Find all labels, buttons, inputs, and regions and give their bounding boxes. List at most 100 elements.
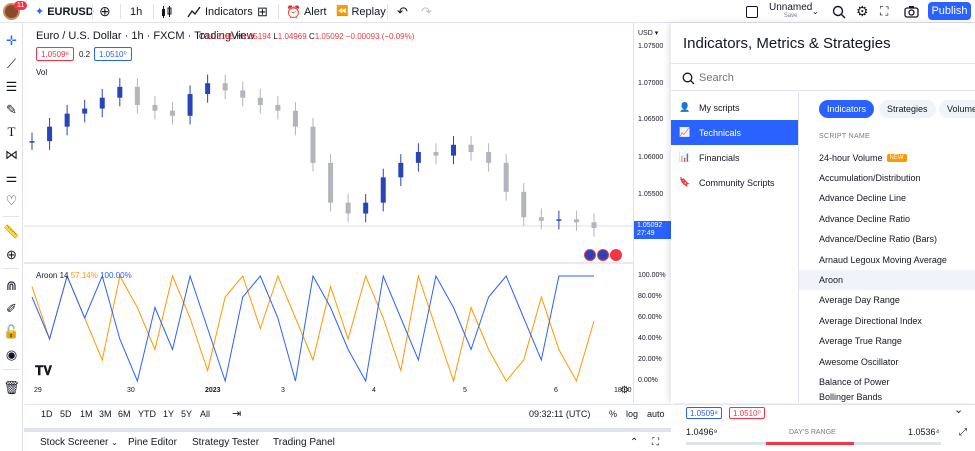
tab-volume[interactable]: Volume [939,100,975,118]
stay-drawing-tool[interactable]: ✐ [4,301,19,316]
widget-sell-price[interactable]: 1.0510⁰ [729,407,765,419]
column-header: SCRIPT NAME [819,133,871,140]
templates-button[interactable]: ⊞ [257,0,268,23]
script-item[interactable]: Advance Decline Line [799,188,975,208]
tradingview-logo[interactable]: 𝐓𝐕 [35,363,52,379]
sell-button[interactable]: 1.0509⁸ [36,47,74,61]
fullscreen-icon: ⛶ [880,4,889,18]
hide-drawings-tool[interactable]: ◉ [4,347,19,362]
symbol-search-button[interactable]: ✦ EURUSD [35,0,94,23]
trash-icon: 🗑 [3,379,20,395]
category-community-scripts[interactable]: 🔖 Community Scripts [671,170,798,195]
zoom-tool[interactable]: ⊕ [4,247,19,262]
redo-button[interactable]: ↷ [421,0,432,23]
range-5d[interactable]: 5D [60,409,72,419]
script-item[interactable]: 24-hour Volume NEW [799,148,975,168]
chart-canvas[interactable] [24,23,633,403]
maximize-panel-button[interactable]: ⛶ [652,437,659,448]
chart-settings-button[interactable]: ⚙ [620,385,629,396]
search-input[interactable] [699,70,949,86]
range-3m[interactable]: 3M [99,409,112,419]
trendline-tool[interactable]: ⟋ [4,56,19,71]
measure-tool[interactable]: 📏 [3,224,19,239]
script-item[interactable]: Average Day Range [799,290,975,310]
undo-button[interactable]: ↶ [397,0,408,23]
lock-drawings-tool[interactable]: 🔓 [3,324,19,339]
range-5y[interactable]: 5Y [181,409,192,419]
remove-drawings-tool[interactable]: 🗑 [3,379,20,395]
time-tick: 29 [34,387,42,394]
fib-tool[interactable]: ☰ [4,79,19,94]
layout-select-checkbox[interactable] [746,0,758,23]
prediction-tool[interactable]: ⚌ [4,170,19,185]
script-item[interactable]: Awesome Oscillator [799,352,975,372]
chart-pane[interactable]: Euro / U.S. Dollar · 1h · FXCM · Trading… [24,23,633,403]
range-6m[interactable]: 6M [118,409,131,419]
auto-scale-toggle[interactable]: auto [647,409,665,419]
script-item[interactable]: Accumulation/Distribution [799,168,975,188]
script-item[interactable]: Bollinger Bands [799,392,975,403]
chart-type-button[interactable] [160,0,174,23]
time-tick: 3 [281,387,285,394]
widget-scroll-icon[interactable]: ⌄ [954,403,963,416]
category-my-scripts[interactable]: 👤 My scripts [671,95,798,120]
goto-date-button[interactable]: ⇥ [232,407,241,420]
tab-strategy-tester[interactable]: Strategy Tester [192,437,259,448]
log-scale-toggle[interactable]: log [626,409,638,419]
gear-icon: ⚙ [856,3,869,19]
script-item-aroon[interactable]: Aroon [799,270,975,290]
compare-button[interactable]: ⊕ [99,0,111,23]
interval-button[interactable]: 1h [130,0,142,23]
indicators-button[interactable]: Indicators [187,0,253,23]
tab-stock-screener[interactable]: Stock Screener ⌄ [40,437,118,448]
script-item[interactable]: Balance of Power [799,372,975,392]
save-status: Save [783,13,798,19]
tab-indicators[interactable]: Indicators [819,100,875,118]
currency-label[interactable]: USD ▾ [638,29,658,37]
settings-button[interactable]: ⚙ [856,0,869,23]
snapshot-button[interactable] [904,0,919,23]
crosshair-tool[interactable]: ✛ [4,33,19,48]
buy-button[interactable]: 1.0510⁰ [94,47,132,61]
script-item[interactable]: Average Directional Index [799,311,975,331]
replay-button[interactable]: ⏪ Replay [336,0,386,23]
magnet-tool[interactable]: ⋒ [4,278,19,293]
quick-search-button[interactable] [832,0,846,23]
bottom-panel-bar: Stock Screener ⌄ Pine Editor Strategy Te… [24,428,671,451]
candles-icon [162,5,172,18]
range-1m[interactable]: 1M [80,409,93,419]
tab-strategies[interactable]: Strategies [879,100,936,118]
range-1d[interactable]: 1D [41,409,53,419]
category-financials[interactable]: 📊 Financials [671,145,798,170]
publish-button[interactable]: Publish [928,2,971,20]
layout-name-button[interactable]: Unnamed Save [769,3,812,20]
percent-scale-toggle[interactable]: % [609,409,617,419]
widget-buy-price[interactable]: 1.0509⁸ [686,407,722,419]
tab-pine-editor[interactable]: Pine Editor [128,437,177,448]
text-tool[interactable]: T [4,124,19,139]
tab-trading-panel[interactable]: Trading Panel [273,437,335,448]
pattern-tool[interactable]: ⋈ [4,147,19,162]
script-item[interactable]: Average True Range [799,331,975,351]
script-item[interactable]: Arnaud Legoux Moving Average [799,250,975,270]
script-item[interactable]: Advance/Decline Ratio (Bars) [799,229,975,249]
script-item[interactable]: Advance Decline Ratio [799,209,975,229]
brush-tool[interactable]: ✎ [4,102,19,117]
time-axis[interactable]: 29 30 2023 3 4 5 6 18:00 [24,383,633,403]
range-ytd[interactable]: YTD [138,409,156,419]
range-all[interactable]: All [200,409,210,419]
category-technicals[interactable]: 📈 Technicals [671,120,798,145]
chevron-down-icon: ⌄ [812,7,819,16]
alert-button[interactable]: ⏰ Alert [286,0,327,23]
favorites-tool[interactable]: ♡ [4,193,19,208]
range-1y[interactable]: 1Y [163,409,174,419]
collapse-panel-button[interactable]: ⌃ [630,437,638,448]
price-axis[interactable]: USD ▾ 1.07500 1.07000 1.06500 1.06000 1.… [620,23,672,403]
clock-display[interactable]: 09:32:11 (UTC) [529,409,590,419]
layout-menu-button[interactable]: ⌄ [812,0,819,23]
fullscreen-button[interactable]: ⛶ [880,0,888,23]
candle-body [47,126,53,142]
candle-body [310,126,316,163]
widget-expand-icon[interactable]: ⤢ [959,427,967,438]
text-icon: T [7,123,16,139]
